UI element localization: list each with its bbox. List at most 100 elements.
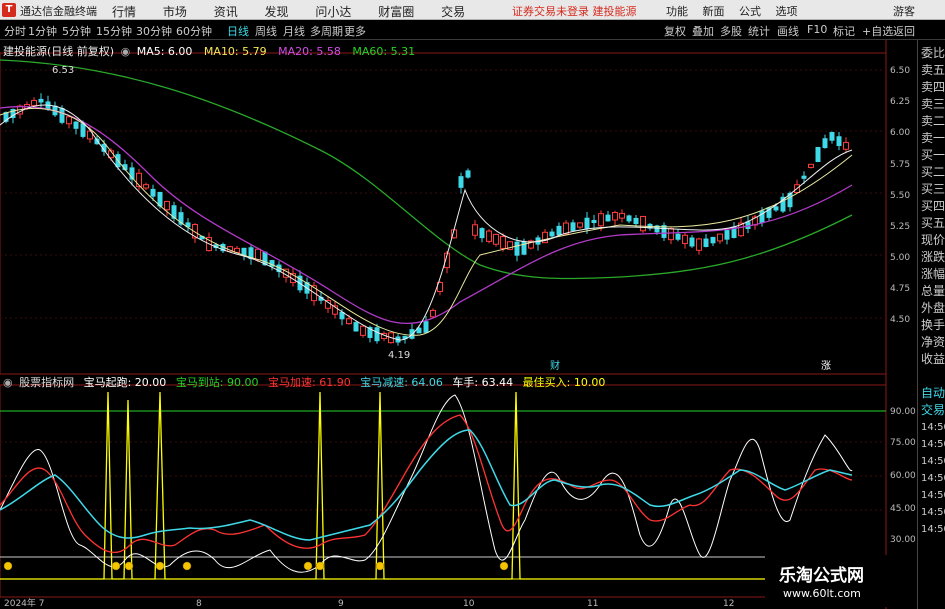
menu-item-wealth[interactable]: 财富圈 <box>378 5 414 19</box>
panel-item[interactable]: 买四 <box>921 197 945 214</box>
panel-item[interactable]: 卖五 <box>921 61 945 78</box>
trade-label[interactable]: 交易 <box>921 401 945 418</box>
panel-item[interactable]: 涨幅 <box>921 265 945 282</box>
auto-trade-label[interactable]: 自动 <box>921 384 945 401</box>
menu-item-news[interactable]: 资讯 <box>214 5 238 19</box>
price-tick: 6.00 <box>890 128 910 138</box>
legend-settings-icon[interactable]: ◉ <box>121 45 131 58</box>
candle-body <box>136 172 142 188</box>
panel-time: 14:50 <box>921 507 945 518</box>
indicator-tick: 45.00 <box>890 504 916 514</box>
overlay-button[interactable]: 叠加 <box>692 23 714 39</box>
tab-multi-period[interactable]: 多周期 <box>310 23 343 39</box>
function-button[interactable]: 功能 <box>666 5 688 18</box>
login-alert[interactable]: 证券交易未登录 建投能源 <box>512 3 637 19</box>
panel-item[interactable]: 外盘 <box>921 299 945 316</box>
candle-body <box>577 222 583 228</box>
panel-time: 14:50 <box>921 490 945 501</box>
menu-item-discover[interactable]: 发现 <box>265 5 289 19</box>
ma60-label: MA60: 5.31 <box>352 45 416 58</box>
candle-body <box>619 212 625 219</box>
new-page-button[interactable]: 新面 <box>703 5 725 18</box>
ma10-line <box>0 108 853 336</box>
candle-body <box>808 163 814 168</box>
panel-item[interactable]: 买二 <box>921 163 945 180</box>
panel-item[interactable]: 涨跌 <box>921 248 945 265</box>
candle-body <box>703 238 709 247</box>
candle-body <box>255 248 261 261</box>
panel-item[interactable]: 卖四 <box>921 78 945 95</box>
menu-item-market[interactable]: 行情 <box>112 5 136 19</box>
right-quote-panel: 委比 卖五 卖四 卖三 卖二 卖一 买一 买二 买三 买四 买五 现价 涨跌 涨… <box>917 40 945 609</box>
panel-item[interactable]: 换手 <box>921 316 945 333</box>
indicator-tick: 90.00 <box>890 407 916 417</box>
candle-body <box>346 318 352 325</box>
formula-button[interactable]: 公式 <box>739 5 761 18</box>
tab-60min[interactable]: 60分钟 <box>176 23 212 39</box>
date-tick: 9 <box>338 599 344 609</box>
app-logo-icon: T <box>2 3 16 17</box>
chart-title: 建投能源(日线 前复权) <box>3 45 115 58</box>
stats-button[interactable]: 统计 <box>748 23 770 39</box>
menu-item-trade[interactable]: 交易 <box>441 5 465 19</box>
price-tick: 5.25 <box>890 222 910 232</box>
panel-item[interactable]: 买三 <box>921 180 945 197</box>
adjust-button[interactable]: 复权 <box>664 23 686 39</box>
options-button[interactable]: 选项 <box>776 5 798 18</box>
tab-1min[interactable]: 1分钟 <box>28 23 57 39</box>
date-tick: 11 <box>587 599 598 609</box>
ma5-label: MA5: 6.00 <box>136 45 193 58</box>
tab-5min[interactable]: 5分钟 <box>62 23 91 39</box>
price-tick: 5.00 <box>890 253 910 263</box>
candle-body <box>150 188 156 197</box>
panel-item[interactable]: 卖三 <box>921 95 945 112</box>
candle-body <box>143 184 149 189</box>
buy-marker-icon <box>182 561 192 571</box>
ma20-label: MA20: 5.58 <box>278 45 341 58</box>
main-menu: 行情 市场 资讯 发现 问小达 财富圈 交易 <box>112 3 488 20</box>
mark-button[interactable]: 标记 <box>833 23 855 39</box>
tab-15min[interactable]: 15分钟 <box>96 23 132 39</box>
add-watchlist-button[interactable]: +自选 <box>862 23 893 39</box>
panel-item[interactable]: 买五 <box>921 214 945 231</box>
ma10-label: MA10: 5.79 <box>203 45 267 58</box>
panel-item[interactable]: 净资 <box>921 333 945 350</box>
candle-body <box>591 219 597 224</box>
chart-toolbar: 分时 1分钟 5分钟 15分钟 30分钟 60分钟 日线 周线 月线 多周期 更… <box>0 20 945 40</box>
draw-line-button[interactable]: 画线 <box>777 23 799 39</box>
f10-button[interactable]: F10 <box>807 23 827 36</box>
candle-body <box>773 206 779 211</box>
tab-monthly[interactable]: 月线 <box>283 23 305 39</box>
panel-item[interactable]: 卖二 <box>921 112 945 129</box>
menu-item-exchange[interactable]: 市场 <box>163 5 187 19</box>
buy-signal-line <box>0 391 886 580</box>
menu-item-ask[interactable]: 问小达 <box>315 5 351 19</box>
panel-time: 14:50 <box>921 439 945 450</box>
candle-body <box>465 170 471 178</box>
chart-area[interactable]: 6.50 6.25 6.00 5.75 5.50 5.25 5.00 4.75 … <box>0 40 917 609</box>
indicator-name[interactable]: 股票指标网 <box>19 376 74 389</box>
tab-weekly[interactable]: 周线 <box>255 23 277 39</box>
back-button[interactable]: 返回 <box>893 23 915 39</box>
panel-item[interactable]: 总量 <box>921 282 945 299</box>
panel-item[interactable]: 收益 <box>921 350 945 367</box>
panel-item[interactable]: 买一 <box>921 146 945 163</box>
tab-intraday[interactable]: 分时 <box>4 23 26 39</box>
candle-body <box>612 212 618 221</box>
candle-body <box>605 214 611 222</box>
tab-30min[interactable]: 30分钟 <box>136 23 172 39</box>
panel-time: 14:50 <box>921 524 945 535</box>
panel-item[interactable]: 卖一 <box>921 129 945 146</box>
candle-body <box>724 230 730 240</box>
candle-body <box>598 213 604 227</box>
indicator-settings-icon[interactable]: ◉ <box>3 376 13 389</box>
multi-stock-button[interactable]: 多股 <box>720 23 742 39</box>
guest-button[interactable]: 游客 <box>893 3 915 19</box>
panel-item[interactable]: 委比 <box>921 44 945 61</box>
title-right-buttons: 功能 新面 公式 选项 <box>666 3 809 19</box>
tab-daily[interactable]: 日线 <box>227 23 249 39</box>
candle-body <box>696 238 702 251</box>
tab-more[interactable]: 更多 <box>344 23 366 39</box>
panel-item[interactable]: 现价 <box>921 231 945 248</box>
candle-body <box>360 325 366 336</box>
